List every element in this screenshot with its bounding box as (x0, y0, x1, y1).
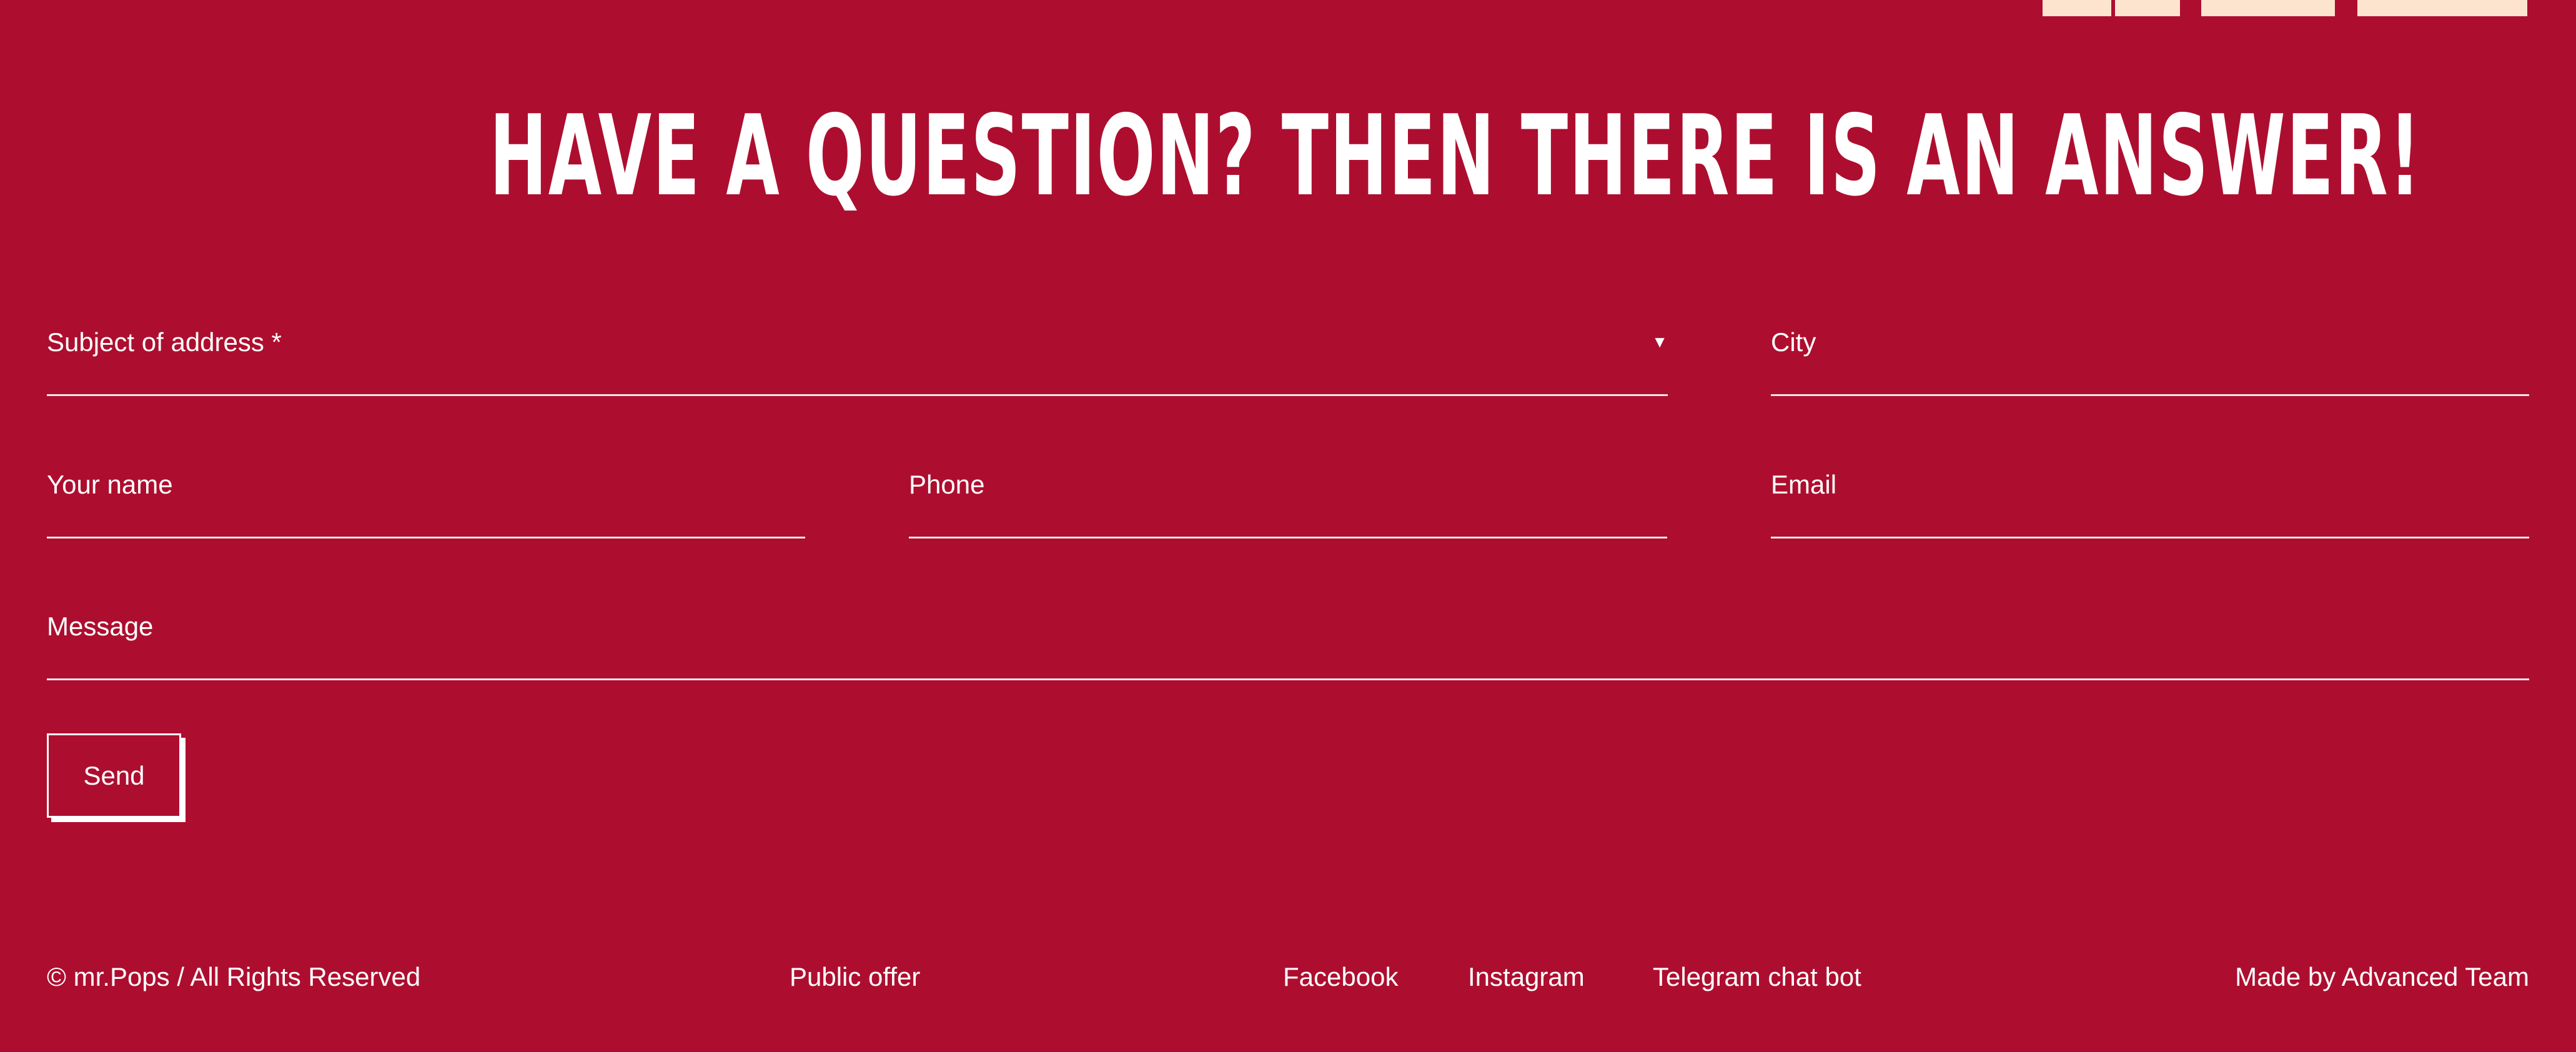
telegram-link[interactable]: Telegram chat bot (1653, 962, 1861, 992)
message-underline (47, 678, 2529, 680)
email-field[interactable]: Email (1771, 470, 2529, 538)
top-tab-strip (0, 0, 2576, 16)
email-label: Email (1771, 470, 1837, 499)
subject-underline (47, 394, 1668, 396)
send-button-label: Send (83, 760, 145, 790)
subject-label: Subject of address * (47, 327, 282, 357)
message-label: Message (47, 612, 154, 641)
top-tab-3[interactable] (2201, 0, 2335, 16)
name-underline (47, 537, 805, 538)
message-field[interactable]: Message (47, 612, 2529, 680)
made-by-link[interactable]: Made by Advanced Team (2235, 962, 2529, 992)
name-field[interactable]: Your name (47, 470, 805, 538)
email-underline (1771, 537, 2529, 538)
page-title: HAVE A QUESTION? THEN THERE IS AN ANSWER… (489, 91, 2422, 221)
city-field[interactable]: City (1771, 327, 2529, 396)
instagram-link[interactable]: Instagram (1468, 962, 1585, 992)
dropdown-arrow-icon[interactable]: ▼ (1652, 332, 1668, 351)
top-tab-2[interactable] (2115, 0, 2180, 16)
top-tab-4[interactable] (2357, 0, 2527, 16)
phone-underline (909, 537, 1667, 538)
phone-field[interactable]: Phone (909, 470, 1667, 538)
facebook-link[interactable]: Facebook (1283, 962, 1398, 992)
send-button[interactable]: Send (47, 733, 181, 818)
city-label: City (1771, 327, 1816, 357)
city-underline (1771, 394, 2529, 396)
name-label: Your name (47, 470, 173, 499)
subject-select[interactable]: Subject of address * ▼ (47, 327, 1668, 396)
copyright-text: © mr.Pops / All Rights Reserved (47, 962, 421, 991)
phone-label: Phone (909, 470, 985, 499)
top-tab-1[interactable] (2043, 0, 2111, 16)
public-offer-link[interactable]: Public offer (790, 962, 920, 992)
